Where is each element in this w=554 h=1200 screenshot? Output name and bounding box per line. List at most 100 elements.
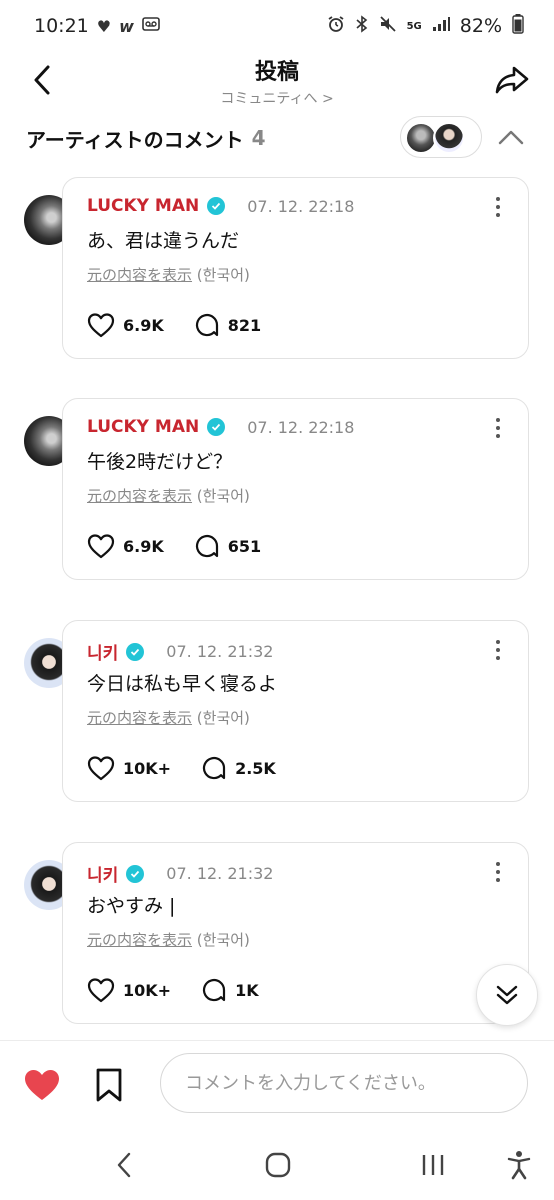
reply-button[interactable]: 821 <box>194 312 261 338</box>
verified-icon <box>207 197 226 215</box>
more-icon-dot <box>496 205 500 209</box>
comment-actions: 10K+ 2.5K <box>87 755 306 781</box>
more-button[interactable] <box>488 194 508 220</box>
signal-icon <box>432 16 450 36</box>
more-icon-dot <box>496 434 500 438</box>
bookmark-button[interactable] <box>94 1067 128 1103</box>
reply-button[interactable]: 651 <box>194 533 261 559</box>
like-icon <box>87 978 115 1003</box>
reply-button[interactable]: 1K <box>201 977 259 1003</box>
mute-icon <box>379 15 397 37</box>
comment-text: おやすみ | <box>87 895 176 917</box>
more-icon-dot <box>496 870 500 874</box>
comment-actions: 6.9K 821 <box>87 312 291 338</box>
status-left: 10:21 ♥ w <box>34 15 160 37</box>
nav-recents-button[interactable] <box>418 1148 448 1182</box>
like-button[interactable]: 6.9K <box>87 533 164 559</box>
reply-button[interactable]: 2.5K <box>201 755 276 781</box>
comment-input[interactable] <box>160 1053 528 1113</box>
status-bar: 10:21 ♥ w 5G 82% <box>0 0 554 52</box>
like-count: 10K+ <box>123 758 172 778</box>
network-label: 5G <box>406 20 422 32</box>
comment-date: 07. 12. 21:32 <box>166 864 274 883</box>
comment-author[interactable]: 니키 <box>87 861 118 886</box>
artist-avatar-pill[interactable] <box>400 116 482 158</box>
community-link[interactable]: コミュニティへ > <box>220 88 333 108</box>
comment-item: LUCKY MAN 07. 12. 22:18 あ、君は違うんだ 元の内容を表示… <box>0 177 554 367</box>
reply-count: 651 <box>227 536 262 556</box>
comment-actions: 6.9K 651 <box>87 533 291 559</box>
comment-header: 니키 07. 12. 21:32 <box>87 861 273 886</box>
battery-icon <box>512 14 524 38</box>
nav-home-button[interactable] <box>264 1148 292 1182</box>
nav-recents-icon <box>422 1155 444 1175</box>
comment-text: あ、君は違うんだ <box>87 230 240 252</box>
more-icon-dot <box>496 213 500 217</box>
verified-icon <box>207 418 226 436</box>
verified-icon <box>126 864 145 883</box>
like-icon <box>87 313 115 338</box>
reply-count: 821 <box>227 315 262 335</box>
share-icon <box>495 66 529 94</box>
share-button[interactable] <box>492 60 532 100</box>
comment-date: 07. 12. 21:32 <box>166 642 274 661</box>
artist-comments-header: アーティストのコメント 4 <box>0 112 554 164</box>
comment-card: 니키 07. 12. 21:32 今日は私も早く寝るよ 元の内容を表示 (한국어… <box>62 620 529 802</box>
show-original-link[interactable]: 元の内容を表示 <box>87 931 192 949</box>
bookmark-icon <box>96 1068 122 1102</box>
original-language: (한국어) <box>196 931 250 949</box>
like-button[interactable]: 6.9K <box>87 312 164 338</box>
reply-icon <box>195 313 218 337</box>
like-button[interactable]: 10K+ <box>87 977 171 1003</box>
like-button[interactable]: 10K+ <box>87 755 171 781</box>
comment-item: 니키 07. 12. 21:32 おやすみ | 元の内容を表示 (한국어) 10… <box>0 842 554 1032</box>
reply-icon <box>202 756 226 780</box>
like-count: 10K+ <box>123 980 172 1000</box>
more-button[interactable] <box>488 637 508 663</box>
composer-bar <box>0 1040 554 1130</box>
avatar <box>433 122 465 154</box>
comment-date: 07. 12. 22:18 <box>247 196 355 216</box>
more-icon <box>496 197 500 201</box>
more-icon-dot <box>496 648 500 652</box>
collapse-button[interactable] <box>496 124 526 150</box>
comment-text: 今日は私も早く寝るよ <box>87 673 278 695</box>
comment-card: LUCKY MAN 07. 12. 22:18 午後2時だけど？ 元の内容を表示… <box>62 398 529 580</box>
scroll-down-button[interactable] <box>476 964 538 1026</box>
status-time: 10:21 <box>34 15 89 37</box>
more-icon-dot <box>496 878 500 882</box>
accessibility-button[interactable] <box>506 1148 532 1182</box>
nav-back-button[interactable] <box>112 1148 136 1182</box>
comment-text: 午後2時だけど？ <box>87 451 233 473</box>
show-original-link[interactable]: 元の内容を表示 <box>87 266 192 284</box>
comment-item: LUCKY MAN 07. 12. 22:18 午後2時だけど？ 元の内容を表示… <box>0 398 554 588</box>
comment-header: LUCKY MAN 07. 12. 22:18 <box>87 196 354 216</box>
comment-author[interactable]: LUCKY MAN <box>87 196 199 216</box>
comment-author[interactable]: LUCKY MAN <box>87 417 199 437</box>
comment-author[interactable]: 니키 <box>87 639 118 664</box>
comment-card: LUCKY MAN 07. 12. 22:18 あ、君は違うんだ 元の内容を表示… <box>62 177 529 359</box>
more-icon <box>496 862 500 866</box>
comment-card: 니키 07. 12. 21:32 おやすみ | 元の内容を表示 (한국어) 10… <box>62 842 529 1024</box>
show-original-link[interactable]: 元の内容を表示 <box>87 709 192 727</box>
nav-back-icon <box>117 1152 131 1178</box>
reply-icon <box>202 978 226 1002</box>
show-original-link[interactable]: 元の内容を表示 <box>87 487 192 505</box>
more-button[interactable] <box>488 415 508 441</box>
double-chevron-down-icon <box>496 985 518 1005</box>
status-right: 5G 82% <box>327 14 524 38</box>
section-count: 4 <box>251 126 266 150</box>
accessibility-icon <box>507 1151 531 1180</box>
reply-count: 1K <box>235 980 259 1000</box>
comment-item: 니키 07. 12. 21:32 今日は私も早く寝るよ 元の内容を表示 (한국어… <box>0 620 554 810</box>
reply-count: 2.5K <box>235 758 276 778</box>
more-icon-dot <box>496 656 500 660</box>
voicemail-icon <box>142 16 160 36</box>
comment-header: 니키 07. 12. 21:32 <box>87 639 273 664</box>
bluetooth-icon <box>355 15 369 37</box>
more-icon <box>496 640 500 644</box>
like-post-button[interactable] <box>22 1067 62 1103</box>
app-header: 投稿 コミュニティへ > <box>0 52 554 110</box>
system-nav-bar <box>0 1130 554 1200</box>
more-button[interactable] <box>488 859 508 885</box>
